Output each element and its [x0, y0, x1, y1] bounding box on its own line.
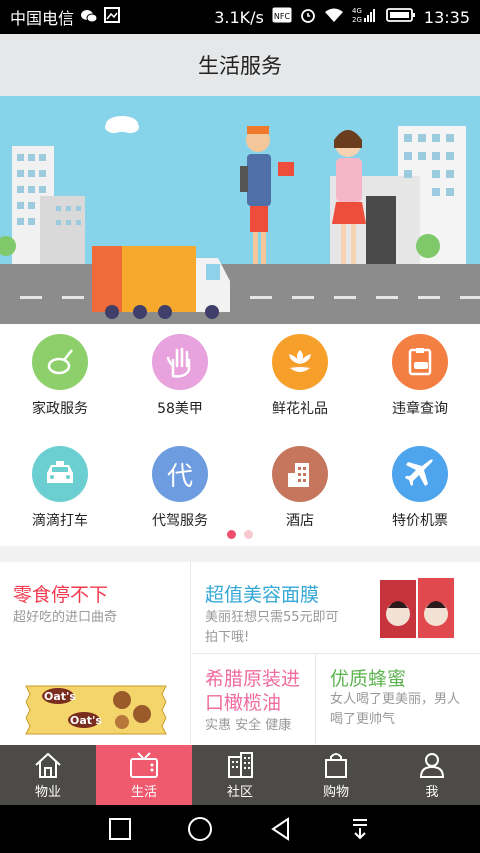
service-label: 特价机票	[392, 513, 448, 529]
svg-text:4G: 4G	[352, 7, 362, 15]
status-bar: 中国电信 3.1K/s NFC 4G 2G 13:35	[0, 0, 480, 34]
page-title: 生活服务	[198, 54, 282, 78]
service-grid: 家政服务 58美甲 鲜花礼品 违章查询 滴滴打车 代 代驾服务 酒店 特价机票	[0, 324, 480, 546]
promo-section: 零食停不下 超好吃的进口曲奇 Oat's Oat's 超值美容面膜 美丽狂想只需…	[0, 562, 480, 745]
promo-olive-title-1: 希腊原装进	[205, 668, 301, 690]
promo-face-mask[interactable]: 超值美容面膜 美丽狂想只需55元即可 拍下哦!	[192, 562, 480, 654]
system-navigation-bar	[0, 805, 480, 853]
service-housekeeping[interactable]: 家政服务	[0, 324, 120, 424]
service-label: 家政服务	[32, 401, 88, 417]
tab-shopping[interactable]: 购物	[288, 745, 384, 805]
traffic-violation-icon	[392, 334, 448, 390]
title-bar: 生活服务	[0, 34, 480, 96]
taxi-icon	[32, 446, 88, 502]
tab-label: 生活	[130, 784, 157, 800]
service-label: 滴滴打车	[32, 513, 88, 529]
promo-mask-subtitle-1: 美丽狂想只需55元即可	[205, 610, 339, 625]
svg-text:NFC: NFC	[274, 12, 291, 21]
service-label: 酒店	[286, 513, 314, 529]
tab-label: 社区	[226, 784, 253, 800]
cell-signal-icon: 4G 2G	[352, 6, 378, 28]
designated-driver-icon: 代	[152, 446, 208, 502]
promo-snacks-title: 零食停不下	[13, 584, 109, 606]
tab-community[interactable]: 社区	[192, 745, 288, 805]
service-flowers[interactable]: 鲜花礼品	[240, 324, 360, 424]
promo-olive-subtitle: 实惠 安全 健康	[205, 718, 292, 733]
clock: 13:35	[423, 7, 470, 27]
svg-text:Oat's: Oat's	[44, 690, 76, 703]
face-mask-image	[380, 578, 460, 640]
promo-mask-title: 超值美容面膜	[205, 584, 320, 606]
battery-icon	[385, 7, 416, 27]
promo-olive-oil[interactable]: 希腊原装进 口橄榄油 实惠 安全 健康	[192, 654, 316, 745]
promo-olive-title-2: 口橄榄油	[205, 692, 282, 714]
service-manicure[interactable]: 58美甲	[120, 324, 240, 424]
airplane-icon	[392, 446, 448, 502]
promo-honey-subtitle-1: 女人喝了更美丽，男人	[330, 692, 461, 707]
tab-property[interactable]: 物业	[0, 745, 96, 805]
wifi-icon	[324, 7, 344, 27]
carousel-indicator	[0, 530, 480, 539]
cookie-package-image: Oat's Oat's	[22, 680, 170, 740]
housekeeping-icon	[32, 334, 88, 390]
bottom-tab-bar: 物业 生活 社区 购物 我	[0, 745, 480, 805]
banner-illustration	[0, 96, 480, 324]
back-icon[interactable]	[268, 816, 294, 842]
service-label: 违章查询	[392, 401, 448, 417]
home-circle-icon[interactable]	[186, 815, 214, 843]
network-speed: 3.1K/s	[214, 7, 264, 27]
person-icon	[419, 752, 445, 778]
tab-life[interactable]: 生活	[96, 745, 192, 805]
buildings-icon	[228, 751, 253, 778]
hotel-building-icon	[272, 446, 328, 502]
promo-honey-title: 优质蜂蜜	[330, 668, 407, 690]
promo-snacks-subtitle: 超好吃的进口曲奇	[13, 610, 118, 625]
tv-icon	[130, 751, 158, 778]
tab-label: 物业	[34, 784, 61, 800]
service-label: 58美甲	[157, 401, 203, 417]
tab-me[interactable]: 我	[384, 745, 480, 805]
service-hotel[interactable]: 酒店	[240, 436, 360, 536]
promo-honey-subtitle-2: 喝了更帅气	[330, 712, 396, 727]
promo-banner[interactable]	[0, 96, 480, 324]
carousel-dot[interactable]	[244, 530, 253, 539]
nfc-icon: NFC	[272, 7, 292, 27]
tab-label: 购物	[322, 784, 349, 800]
flower-icon	[272, 334, 328, 390]
svg-text:Oat's: Oat's	[70, 714, 102, 727]
alarm-icon	[300, 7, 316, 27]
service-traffic-violation[interactable]: 违章查询	[360, 324, 480, 424]
promo-mask-subtitle-2: 拍下哦!	[205, 630, 250, 645]
manicure-hand-icon	[152, 334, 208, 390]
svg-text:2G: 2G	[352, 16, 362, 24]
wechat-icon	[80, 8, 98, 27]
notification-pulldown-icon[interactable]	[347, 816, 373, 842]
promo-snacks[interactable]: 零食停不下 超好吃的进口曲奇 Oat's Oat's	[0, 562, 191, 745]
service-didi-taxi[interactable]: 滴滴打车	[0, 436, 120, 536]
service-label: 鲜花礼品	[272, 401, 328, 417]
service-label: 代驾服务	[152, 513, 208, 529]
service-designated-driver[interactable]: 代 代驾服务	[120, 436, 240, 536]
carrier-label: 中国电信	[10, 9, 75, 28]
image-icon	[104, 7, 121, 27]
carousel-dot[interactable]	[227, 530, 236, 539]
service-flights[interactable]: 特价机票	[360, 436, 480, 536]
promo-honey[interactable]: 优质蜂蜜 女人喝了更美丽，男人 喝了更帅气	[317, 654, 480, 745]
shopping-bag-icon	[325, 752, 347, 778]
home-icon	[35, 752, 61, 778]
recent-apps-icon[interactable]	[107, 816, 133, 842]
tab-label: 我	[425, 784, 439, 800]
